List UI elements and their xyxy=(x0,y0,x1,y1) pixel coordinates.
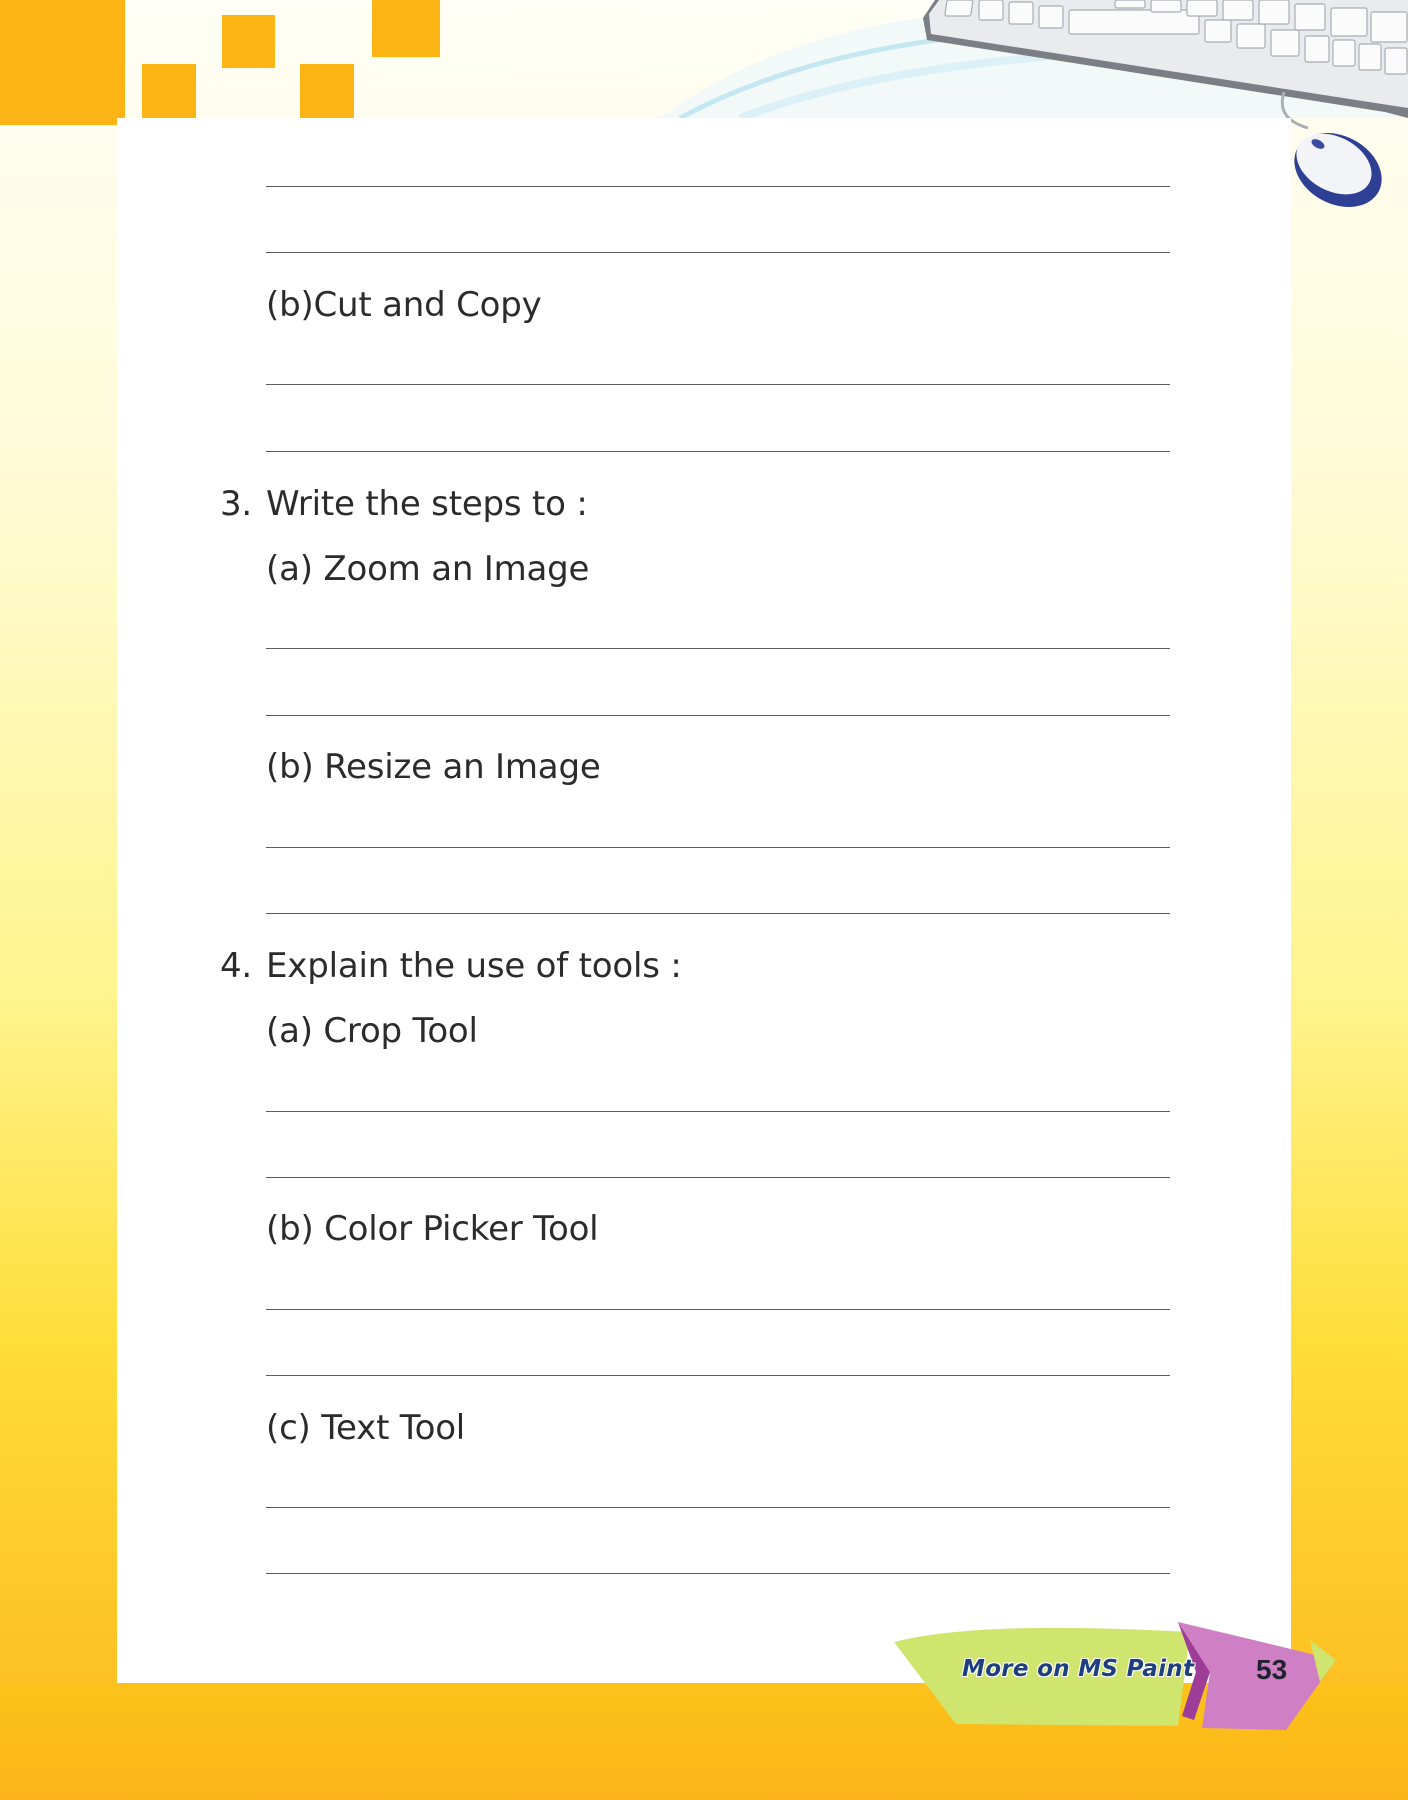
answer-line[interactable] xyxy=(266,1507,1170,1508)
page-number: 53 xyxy=(1256,1654,1288,1685)
q4-number: 4. xyxy=(220,946,253,986)
chapter-title: More on MS Paint xyxy=(962,1656,1195,1682)
answer-line[interactable] xyxy=(266,1177,1170,1178)
answer-line[interactable] xyxy=(266,186,1170,187)
answer-line[interactable] xyxy=(266,648,1170,649)
worksheet-sheet xyxy=(117,118,1291,1683)
answer-line[interactable] xyxy=(266,847,1170,848)
q4a-label: (a) Crop Tool xyxy=(266,1011,478,1051)
answer-line[interactable] xyxy=(266,1309,1170,1310)
q4-prompt: Explain the use of tools : xyxy=(266,946,682,986)
square-2 xyxy=(372,0,440,57)
answer-line[interactable] xyxy=(266,913,1170,914)
square-1 xyxy=(222,15,275,68)
q3-number: 3. xyxy=(220,484,253,524)
q3a-label: (a) Zoom an Image xyxy=(266,549,590,589)
q4b-label: (b) Color Picker Tool xyxy=(266,1209,599,1249)
answer-line[interactable] xyxy=(266,252,1170,253)
answer-line[interactable] xyxy=(266,1573,1170,1574)
square-4 xyxy=(300,64,354,118)
q2b-label: (b)Cut and Copy xyxy=(266,285,542,325)
corner-block xyxy=(0,0,125,125)
square-3 xyxy=(142,64,196,118)
answer-line[interactable] xyxy=(266,1111,1170,1112)
answer-line[interactable] xyxy=(266,384,1170,385)
q4c-label: (c) Text Tool xyxy=(266,1408,466,1448)
q3-prompt: Write the steps to : xyxy=(266,484,588,524)
answer-line[interactable] xyxy=(266,451,1170,452)
answer-line[interactable] xyxy=(266,715,1170,716)
answer-line[interactable] xyxy=(266,1375,1170,1376)
q3b-label: (b) Resize an Image xyxy=(266,747,601,787)
